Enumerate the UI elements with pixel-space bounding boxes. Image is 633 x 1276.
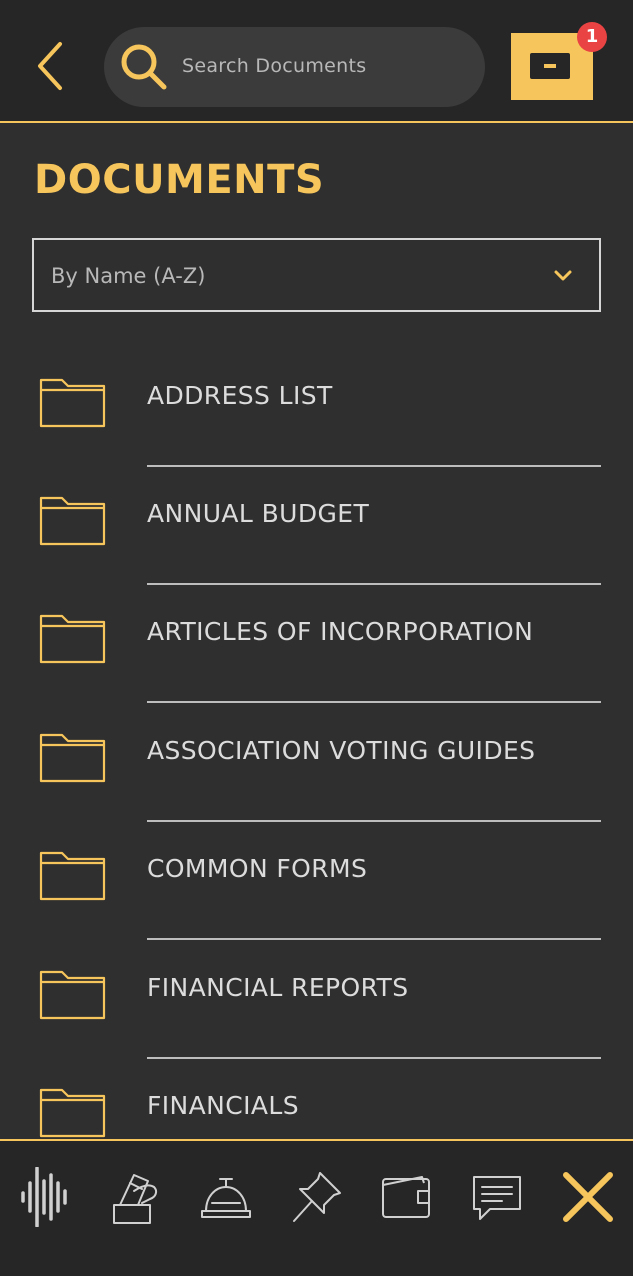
list-item-label: ADDRESS LIST: [147, 381, 333, 410]
list-item-label: COMMON FORMS: [147, 854, 368, 883]
list-item-label: ASSOCIATION VOTING GUIDES: [147, 736, 536, 765]
tab-concierge[interactable]: [196, 1167, 256, 1227]
folder-icon: [39, 733, 106, 783]
folder-icon: [39, 378, 106, 428]
tab-pinned[interactable]: [286, 1167, 346, 1227]
list-item-label: ARTICLES OF INCORPORATION: [147, 617, 534, 646]
list-item[interactable]: ARTICLES OF INCORPORATION: [0, 574, 633, 703]
back-button[interactable]: [28, 38, 74, 94]
list-item-label: FINANCIAL REPORTS: [147, 973, 409, 1002]
tab-audio[interactable]: [16, 1166, 76, 1228]
list-item[interactable]: ADDRESS LIST: [0, 338, 633, 467]
folder-icon: [39, 496, 106, 546]
sort-selected-value: By Name (A-Z): [51, 264, 206, 288]
search-bar[interactable]: Search Documents: [104, 27, 485, 107]
service-bell-icon: [201, 1178, 251, 1218]
pushpin-icon: [293, 1172, 341, 1222]
chat-bubble-icon: [473, 1176, 521, 1220]
top-bar: Search Documents 1: [0, 0, 633, 123]
sort-dropdown[interactable]: By Name (A-Z): [32, 238, 601, 312]
chevron-down-icon: [554, 270, 572, 281]
folder-icon: [39, 614, 106, 664]
list-item-label: ANNUAL BUDGET: [147, 499, 370, 528]
tab-vote[interactable]: [106, 1167, 166, 1227]
mailbox-icon: [530, 53, 570, 79]
list-item-label: FINANCIALS: [147, 1091, 299, 1120]
search-icon: [121, 44, 167, 90]
list-item[interactable]: ASSOCIATION VOTING GUIDES: [0, 693, 633, 822]
bottom-nav: [0, 1139, 633, 1276]
folder-icon: [39, 851, 106, 901]
notification-badge: 1: [577, 22, 607, 52]
tab-messages[interactable]: [466, 1167, 526, 1227]
document-list: ADDRESS LIST ANNUAL BUDGET ARTICLES OF I…: [0, 338, 633, 1140]
folder-icon: [39, 970, 106, 1020]
tab-wallet[interactable]: [376, 1167, 436, 1227]
search-input[interactable]: Search Documents: [182, 55, 366, 77]
close-icon: [563, 1172, 613, 1222]
list-item[interactable]: FINANCIAL REPORTS: [0, 930, 633, 1059]
page-title: DOCUMENTS: [34, 157, 325, 203]
hand-vote-icon: [113, 1174, 158, 1224]
audio-waveform-icon: [21, 1166, 67, 1228]
list-item[interactable]: ANNUAL BUDGET: [0, 456, 633, 585]
list-item[interactable]: COMMON FORMS: [0, 811, 633, 940]
folder-icon: [39, 1088, 106, 1138]
chevron-left-icon: [38, 42, 62, 90]
close-menu-button[interactable]: [558, 1167, 618, 1227]
list-item[interactable]: FINANCIALS: [0, 1048, 633, 1140]
wallet-icon: [382, 1176, 430, 1218]
